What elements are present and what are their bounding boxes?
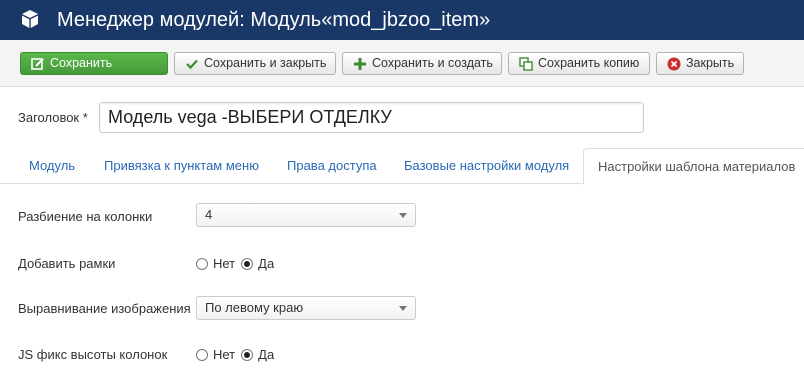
- page-title: Менеджер модулей: Модуль«mod_jbzoo_item»: [57, 9, 491, 31]
- borders-option-no-label: Нет: [213, 256, 236, 271]
- plus-icon: [353, 57, 367, 71]
- borders-option-no[interactable]: Нет: [196, 256, 235, 271]
- tab-module[interactable]: Модуль: [15, 148, 89, 184]
- js-height-option-yes-label: Да: [258, 347, 275, 362]
- close-circle-icon: [667, 57, 681, 71]
- close-button[interactable]: Закрыть: [656, 52, 744, 75]
- tab-bar: Модуль Привязка к пунктам меню Права дос…: [0, 148, 804, 185]
- copy-icon: [519, 56, 533, 71]
- save-copy-button[interactable]: Сохранить копию: [508, 52, 650, 75]
- close-button-label: Закрыть: [686, 56, 735, 70]
- image-align-select-value: По левому краю: [205, 300, 304, 315]
- tab-menu-assignment[interactable]: Привязка к пунктам меню: [90, 148, 273, 184]
- columns-select-value: 4: [205, 207, 213, 222]
- tab-basic-settings[interactable]: Базовые настройки модуля: [390, 148, 583, 184]
- save-copy-button-label: Сохранить копию: [538, 56, 640, 70]
- save-new-button-label: Сохранить и создать: [372, 56, 493, 70]
- save-button[interactable]: Сохранить: [20, 52, 168, 75]
- image-align-select[interactable]: По левому краю: [196, 296, 416, 320]
- borders-label: Добавить рамки: [18, 256, 116, 271]
- page-header: Менеджер модулей: Модуль«mod_jbzoo_item»: [0, 0, 804, 40]
- js-height-label: JS фикс высоты колонок: [18, 347, 168, 362]
- js-height-option-no-label: Нет: [213, 347, 236, 362]
- save-close-button-label: Сохранить и закрыть: [204, 56, 327, 70]
- borders-option-yes-label: Да: [258, 256, 275, 271]
- title-label: Заголовок *: [18, 110, 88, 125]
- js-height-radio-group: Нет Да: [196, 347, 280, 362]
- tab-permissions[interactable]: Права доступа: [273, 148, 391, 184]
- title-input[interactable]: [99, 102, 644, 133]
- image-align-label: Выравнивание изображения: [18, 301, 191, 316]
- save-button-label: Сохранить: [50, 56, 113, 70]
- borders-radio-group: Нет Да: [196, 256, 280, 271]
- edit-icon: [31, 57, 45, 71]
- js-height-option-yes[interactable]: Да: [241, 347, 274, 362]
- toolbar: Сохранить Сохранить и закрыть Сохранить …: [0, 40, 804, 87]
- save-new-button[interactable]: Сохранить и создать: [342, 52, 502, 75]
- columns-label: Разбиение на колонки: [18, 209, 153, 224]
- borders-option-yes[interactable]: Да: [241, 256, 274, 271]
- js-height-option-no[interactable]: Нет: [196, 347, 235, 362]
- tab-template-settings[interactable]: Настройки шаблона материалов: [583, 148, 804, 185]
- chevron-down-icon: [399, 306, 407, 311]
- chevron-down-icon: [399, 213, 407, 218]
- save-close-button[interactable]: Сохранить и закрыть: [174, 52, 336, 75]
- radio-button-checked[interactable]: [241, 348, 254, 361]
- joomla-cube-icon: [22, 10, 38, 28]
- check-icon: [185, 57, 199, 71]
- columns-select[interactable]: 4: [196, 203, 416, 227]
- radio-button[interactable]: [196, 257, 208, 270]
- radio-button[interactable]: [196, 348, 208, 361]
- radio-button-checked[interactable]: [241, 257, 254, 270]
